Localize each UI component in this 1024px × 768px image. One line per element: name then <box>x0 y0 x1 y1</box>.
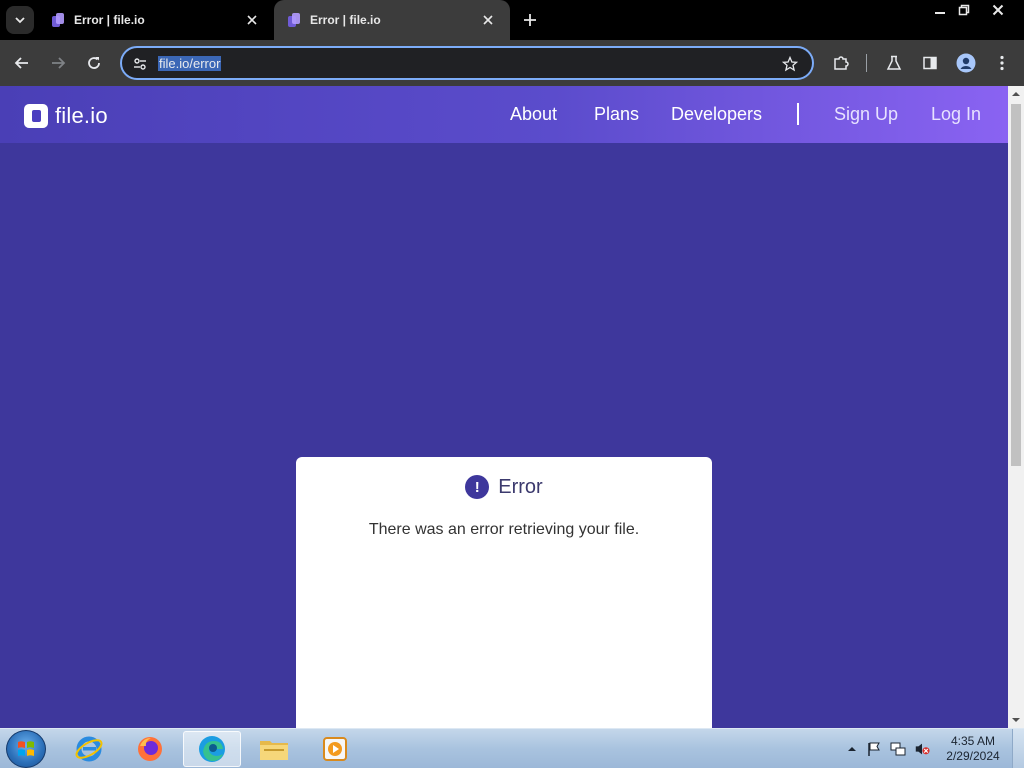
start-button[interactable] <box>6 730 46 768</box>
firefox-icon <box>138 737 162 761</box>
taskbar: 4:35 AM 2/29/2024 <box>0 728 1024 768</box>
nav-developers-link[interactable]: Developers <box>671 104 762 125</box>
kebab-menu-icon <box>1000 55 1004 71</box>
nav-log-in-link[interactable]: Log In <box>931 104 981 125</box>
tab-strip: Error | file.io Error | file.io <box>0 0 1024 40</box>
nav-divider <box>797 103 799 125</box>
exclamation-circle-icon: ! <box>465 475 490 499</box>
taskbar-clock[interactable]: 4:35 AM 2/29/2024 <box>940 734 1006 764</box>
tab-error-2-active[interactable]: Error | file.io <box>274 0 510 40</box>
nav-plans-link[interactable]: Plans <box>594 104 639 125</box>
show-desktop-button[interactable] <box>1012 729 1024 768</box>
error-message: There was an error retrieving your file. <box>368 521 640 538</box>
minimize-icon <box>935 12 945 14</box>
error-header: ! Error <box>296 475 712 499</box>
file-explorer-icon <box>260 741 288 760</box>
tab-title: Error | file.io <box>74 13 145 27</box>
puzzle-icon <box>834 56 849 70</box>
avatar-icon <box>956 53 976 73</box>
restore-icon <box>958 4 970 16</box>
side-panel-icon <box>923 56 937 70</box>
close-icon <box>992 4 1004 16</box>
scroll-up-arrow-icon[interactable] <box>1011 90 1021 98</box>
taskbar-internet-explorer[interactable] <box>60 731 118 767</box>
internet-explorer-icon <box>75 736 103 762</box>
site-header: file.io About Plans Developers Sign Up L… <box>0 86 1008 143</box>
nav-about-link[interactable]: About <box>510 104 557 125</box>
flag-icon <box>868 742 880 756</box>
action-center-tray[interactable] <box>866 741 882 757</box>
network-icon <box>890 742 906 756</box>
windows-logo-icon <box>18 741 34 756</box>
chevron-up-icon <box>848 747 856 751</box>
speaker-muted-icon <box>915 743 930 755</box>
bookmark-star-icon[interactable] <box>780 54 800 74</box>
volume-tray[interactable] <box>914 741 930 757</box>
taskbar-media-player[interactable] <box>306 731 364 767</box>
reload-icon <box>88 57 100 69</box>
plus-icon <box>524 14 536 26</box>
network-tray[interactable] <box>890 741 906 757</box>
toolbar-separator <box>866 54 867 72</box>
labs-button[interactable] <box>879 48 909 78</box>
side-panel-button[interactable] <box>915 48 945 78</box>
extensions-button[interactable] <box>826 48 856 78</box>
edge-icon <box>199 736 225 762</box>
chevron-down-icon <box>15 17 25 24</box>
file-io-favicon-icon <box>288 13 300 27</box>
arrow-left-icon <box>14 57 28 69</box>
address-bar-url[interactable]: file.io/error <box>158 54 222 73</box>
close-window-button[interactable] <box>984 0 1012 20</box>
taskbar-file-explorer[interactable] <box>245 731 303 767</box>
arrow-right-icon <box>52 57 66 69</box>
browser-menu-button[interactable] <box>987 48 1017 78</box>
close-tab-icon[interactable] <box>244 12 260 28</box>
clock-date: 2/29/2024 <box>946 749 1000 763</box>
error-title: Error <box>498 475 543 498</box>
media-player-icon <box>323 737 347 761</box>
page-scrollbar[interactable] <box>1008 86 1024 728</box>
clock-time: 4:35 AM <box>950 734 996 748</box>
error-card: ! Error There was an error retrieving yo… <box>296 457 712 728</box>
scrollbar-thumb[interactable] <box>1011 104 1021 466</box>
file-io-logo-icon <box>24 104 48 128</box>
site-settings-icon[interactable] <box>130 54 150 74</box>
nav-sign-up-link[interactable]: Sign Up <box>834 104 898 125</box>
browser-toolbar: file.io/error <box>0 40 1024 86</box>
file-io-favicon-icon <box>52 13 64 27</box>
address-bar[interactable]: file.io/error <box>120 46 814 80</box>
close-tab-icon[interactable] <box>480 12 496 28</box>
tab-title: Error | file.io <box>310 13 381 27</box>
taskbar-edge-active[interactable] <box>183 731 241 767</box>
new-tab-button[interactable] <box>520 10 540 30</box>
web-page: file.io About Plans Developers Sign Up L… <box>0 86 1008 728</box>
logo-text: file.io <box>55 103 108 128</box>
scroll-down-arrow-icon[interactable] <box>1011 716 1021 724</box>
profile-button[interactable] <box>951 48 981 78</box>
taskbar-firefox[interactable] <box>121 731 179 767</box>
back-button[interactable] <box>7 48 37 78</box>
tab-error-1[interactable]: Error | file.io <box>38 0 270 40</box>
reload-button[interactable] <box>79 48 109 78</box>
show-hidden-icons-button[interactable] <box>844 741 860 757</box>
url-text-selected: file.io/error <box>158 56 222 71</box>
site-logo[interactable]: file.io <box>24 103 108 129</box>
forward-button[interactable] <box>43 48 73 78</box>
restore-button[interactable] <box>950 0 978 20</box>
flask-icon <box>886 55 902 70</box>
tab-search-button[interactable] <box>6 6 34 34</box>
